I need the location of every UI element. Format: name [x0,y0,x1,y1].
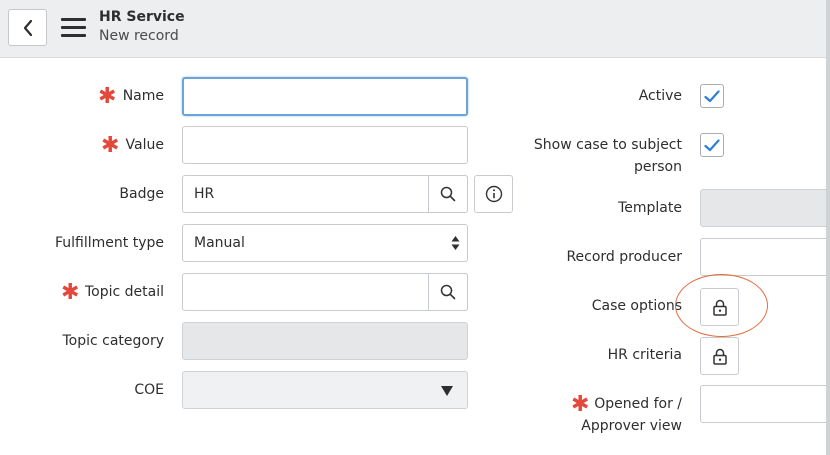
value-label: Value [125,137,164,153]
topic-detail-input[interactable] [182,273,468,311]
back-button[interactable] [8,9,47,46]
window-edge [826,0,830,455]
active-checkbox[interactable] [700,84,724,108]
topic-category-label: Topic category [62,333,164,349]
checkmark-icon [704,89,720,102]
required-marker: ✱ [98,84,117,109]
coe-select[interactable] [182,371,468,409]
badge-value: HR [194,186,215,202]
select-arrows-icon [451,236,460,250]
opened-for-input[interactable] [700,385,830,423]
checkmark-icon [704,138,720,151]
record-producer-label: Record producer [566,249,682,265]
badge-label: Badge [119,186,164,202]
form-title: HR Service [99,9,185,25]
form-subtitle: New record [99,28,179,44]
dropdown-triangle-icon [441,386,453,396]
required-marker: ✱ [61,280,80,305]
fulfillment-type-select[interactable]: Manual [182,224,468,262]
fulfillment-type-label: Fulfillment type [55,235,164,251]
show-case-label-line2: person [634,159,682,175]
fulfillment-type-value: Manual [194,235,245,251]
name-input[interactable] [182,77,468,116]
required-marker: ✱ [101,133,120,158]
active-label: Active [638,88,682,104]
record-producer-input[interactable] [700,238,830,276]
topic-detail-label: Topic detail [84,284,164,300]
show-case-label-line1: Show case to subject [533,137,682,153]
chevron-left-icon [23,19,32,36]
hamburger-menu-icon[interactable] [61,18,86,37]
badge-search-button[interactable] [428,175,468,213]
badge-input[interactable]: HR [182,175,468,213]
search-icon [440,186,456,202]
name-label: Name [122,88,164,104]
topic-detail-search-button[interactable] [428,273,468,311]
annotation-highlight-ellipse [675,274,768,337]
coe-label: COE [134,382,164,398]
template-field [700,189,830,227]
opened-for-label-line1: Opened for / [594,396,682,412]
show-case-checkbox[interactable] [700,133,724,157]
topic-category-field [182,322,468,360]
hr-criteria-lock-button[interactable] [700,337,739,375]
form-header: HR Service New record [0,0,830,58]
template-label: Template [618,200,682,216]
lock-icon [712,348,727,365]
case-options-label: Case options [591,298,682,314]
opened-for-label-line2: Approver view [581,418,682,434]
hr-criteria-label: HR criteria [607,347,682,363]
info-icon [485,185,502,203]
value-input[interactable] [182,126,468,164]
search-icon [440,284,456,300]
badge-info-button[interactable] [474,175,513,213]
